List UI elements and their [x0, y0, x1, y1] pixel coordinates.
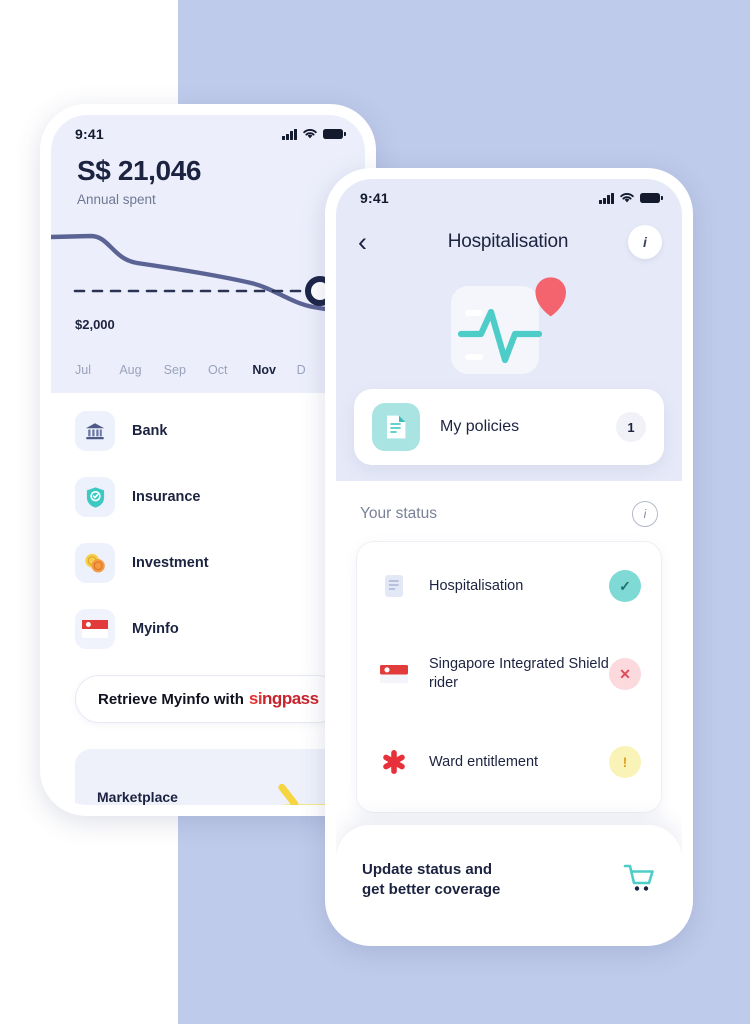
status-row-shield-rider[interactable]: Singapore Integrated Shield rider ✕: [357, 630, 661, 718]
menu-item-investment[interactable]: Investment: [75, 543, 341, 583]
menu-item-bank[interactable]: Bank: [75, 411, 341, 451]
month-tick-oct[interactable]: Oct: [208, 363, 252, 377]
your-status-header: Your status i: [336, 481, 682, 541]
heartbeat-card-icon: [451, 277, 566, 374]
document-icon: [372, 403, 420, 451]
annual-spent-amount: S$ 21,046: [77, 155, 202, 186]
battery-icon: [640, 193, 663, 203]
marketplace-label: Marketplace: [97, 789, 178, 805]
right-upper-section: 9:41 ‹ Hospitalisation i My policies 1: [336, 179, 682, 481]
status-row-label: Hospitalisation: [429, 577, 524, 594]
marketplace-card[interactable]: Marketplace: [75, 749, 341, 805]
status-info-icon[interactable]: i: [632, 501, 658, 527]
update-status-text: Update status and get better coverage: [362, 860, 622, 900]
left-phone-screen: 9:41 S$ 21,046 Annual spent $2,000 Jul A…: [51, 115, 365, 805]
my-policies-count: 1: [616, 412, 646, 442]
month-tick-aug[interactable]: Aug: [119, 363, 163, 377]
hero-illustration: [336, 265, 682, 383]
menu-item-insurance[interactable]: Insurance: [75, 477, 341, 517]
status-badge-warning: !: [609, 746, 641, 778]
spending-line-chart: $2,000: [51, 221, 365, 363]
status-list-card: Hospitalisation ✓ Singapore Integrated S…: [356, 541, 662, 813]
menu-item-label: Myinfo: [132, 621, 179, 637]
left-status-time: 9:41: [75, 126, 104, 142]
singpass-button-prefix: Retrieve Myinfo with: [98, 690, 244, 708]
month-tick-nov[interactable]: Nov: [252, 363, 296, 377]
status-row-hospitalisation[interactable]: Hospitalisation ✓: [357, 542, 661, 630]
document-lines-icon: [377, 573, 411, 599]
menu-item-label: Bank: [132, 423, 168, 439]
medical-asterisk-icon: [377, 748, 411, 776]
month-tick-sep[interactable]: Sep: [164, 363, 208, 377]
info-button[interactable]: i: [628, 225, 662, 259]
page-title: Hospitalisation: [447, 231, 569, 252]
shopping-cart-icon[interactable]: [622, 862, 656, 899]
chart-month-axis: Jul Aug Sep Oct Nov D: [51, 363, 365, 377]
right-status-bar: 9:41: [336, 179, 682, 213]
navigation-bar: ‹ Hospitalisation i: [336, 213, 682, 265]
update-status-line2: get better coverage: [362, 881, 501, 898]
status-badge-cross: ✕: [609, 658, 641, 690]
status-row-daily-hospital-income[interactable]: Daily hospital income ✓: [357, 806, 661, 812]
menu-item-myinfo[interactable]: Myinfo: [75, 609, 341, 649]
month-tick-jul[interactable]: Jul: [75, 363, 119, 377]
left-bottom-sheet: Bank Insurance Investment Myinfo Retriev…: [51, 393, 365, 805]
annual-spent-caption: Annual spent: [77, 192, 156, 207]
update-status-bar[interactable]: Update status and get better coverage: [336, 825, 682, 935]
right-status-icons: [599, 192, 663, 204]
shield-check-icon: [75, 477, 115, 517]
my-policies-label: My policies: [440, 418, 520, 435]
status-badge-check: ✓: [609, 570, 641, 602]
status-row-ward-entitlement[interactable]: Ward entitlement !: [357, 718, 661, 806]
menu-item-label: Insurance: [132, 489, 201, 505]
singapore-flag-icon: [377, 664, 411, 684]
right-status-time: 9:41: [360, 190, 389, 206]
left-status-bar: 9:41: [51, 115, 365, 149]
update-status-line1: Update status and: [362, 860, 493, 878]
my-policies-card[interactable]: My policies 1: [354, 389, 664, 465]
wifi-icon: [620, 193, 634, 203]
left-summary-header: S$ 21,046 Annual spent: [51, 149, 365, 207]
singapore-flag-icon: [75, 609, 115, 649]
battery-icon: [323, 129, 346, 139]
menu-item-label: Investment: [132, 555, 209, 571]
right-phone-mockup: 9:41 ‹ Hospitalisation i My policies 1 Y…: [325, 168, 693, 946]
right-phone-screen: 9:41 ‹ Hospitalisation i My policies 1 Y…: [336, 179, 682, 935]
status-row-label: Singapore Integrated Shield rider: [429, 656, 609, 691]
your-status-title: Your status: [360, 505, 437, 522]
coins-icon: [75, 543, 115, 583]
retrieve-myinfo-singpass-button[interactable]: Retrieve Myinfo with singpass: [75, 675, 341, 723]
status-row-label: Ward entitlement: [429, 753, 539, 770]
signal-bars-icon: [282, 128, 297, 140]
left-status-icons: [282, 128, 346, 140]
bank-icon: [75, 411, 115, 451]
singpass-logo: singpass: [248, 689, 319, 708]
chart-threshold-label: $2,000: [75, 317, 115, 332]
chevron-left-icon[interactable]: ‹: [358, 228, 388, 256]
wifi-icon: [303, 129, 317, 139]
signal-bars-icon: [599, 192, 614, 204]
